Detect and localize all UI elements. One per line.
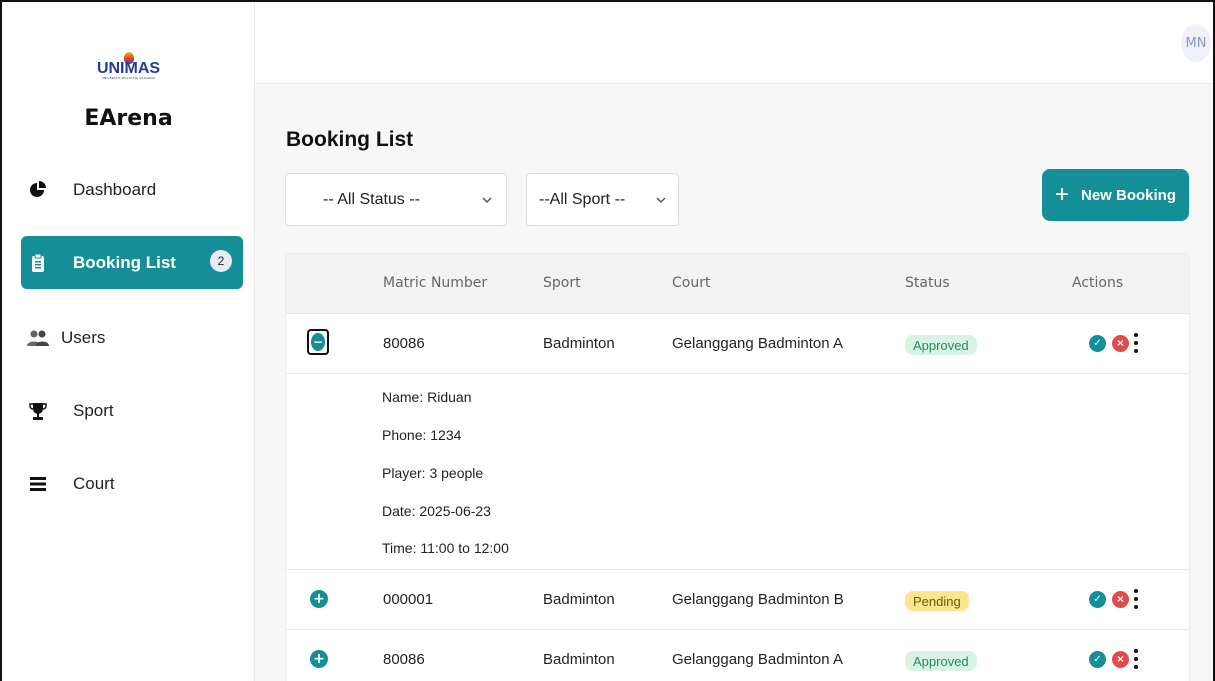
booking-count-badge: 2 — [210, 250, 232, 272]
sidebar-item-label: Court — [73, 473, 115, 493]
sidebar-item-label: Sport — [73, 400, 114, 420]
list-icon — [27, 476, 49, 492]
sidebar-item-court[interactable]: Court — [21, 457, 243, 510]
more-options-icon[interactable] — [1133, 589, 1139, 609]
row-details: Name: Riduan Phone: 1234 Player: 3 peopl… — [286, 374, 1189, 570]
cell-court: Gelanggang Badminton A — [672, 335, 843, 352]
cell-sport: Badminton — [543, 591, 615, 608]
new-booking-label: New Booking — [1081, 186, 1177, 204]
status-badge: Pending — [905, 591, 969, 611]
users-icon — [27, 330, 49, 346]
main-content: Booking List -- All Status -- --All Spor… — [255, 84, 1213, 681]
column-header-status: Status — [905, 275, 950, 291]
cell-sport: Badminton — [543, 335, 615, 352]
logo-subtext: UNIVERSITI MALAYSIA SARAWAK — [101, 76, 156, 80]
reject-button[interactable]: × — [1112, 591, 1129, 608]
cell-matric: 000001 — [383, 591, 434, 608]
sidebar-item-users[interactable]: Users — [21, 311, 243, 364]
cell-court: Gelanggang Badminton B — [672, 591, 844, 608]
column-header-sport: Sport — [543, 275, 581, 291]
sidebar-item-label: Users — [61, 327, 106, 347]
new-booking-button[interactable]: + New Booking — [1042, 169, 1189, 221]
status-badge: Approved — [905, 651, 977, 671]
sport-filter-value: --All Sport -- — [539, 190, 626, 208]
table-header: Matric Number Sport Court Status Actions — [286, 254, 1189, 314]
collapse-row-button[interactable]: − — [307, 329, 329, 355]
detail-time: Time: 11:00 to 12:00 — [382, 540, 509, 556]
sport-filter-select[interactable]: --All Sport -- — [526, 173, 679, 226]
avatar[interactable]: MN — [1181, 24, 1211, 62]
reject-button[interactable]: × — [1112, 335, 1129, 352]
status-filter-value: -- All Status -- — [323, 190, 420, 208]
page-title: Booking List — [286, 128, 414, 151]
minus-icon: − — [311, 333, 325, 351]
top-bar: MN — [255, 2, 1213, 84]
sidebar: UNIMAS UNIVERSITI MALAYSIA SARAWAK EAren… — [2, 2, 255, 681]
column-header-court: Court — [672, 275, 711, 291]
table-row: + 80086 Badminton Gelanggang Badminton A… — [286, 630, 1189, 681]
chevron-down-icon — [656, 197, 666, 204]
detail-phone: Phone: 1234 — [382, 427, 462, 443]
plus-icon: + — [1054, 181, 1069, 208]
detail-date: Date: 2025-06-23 — [382, 503, 491, 519]
table-row: − 80086 Badminton Gelanggang Badminton A… — [286, 314, 1189, 374]
approve-button[interactable]: ✓ — [1089, 651, 1106, 668]
pie-chart-icon — [27, 180, 49, 199]
booking-table: Matric Number Sport Court Status Actions… — [285, 253, 1190, 681]
sidebar-item-label: Booking List — [73, 252, 176, 272]
sidebar-item-sport[interactable]: Sport — [21, 384, 243, 437]
expand-row-button[interactable]: + — [310, 590, 328, 608]
app-name: EArena — [84, 106, 173, 131]
unimas-logo: UNIMAS UNIVERSITI MALAYSIA SARAWAK — [2, 52, 255, 80]
chevron-down-icon — [482, 197, 492, 204]
column-header-actions: Actions — [1072, 275, 1124, 291]
app-frame: UNIMAS UNIVERSITI MALAYSIA SARAWAK EAren… — [0, 0, 1215, 681]
sidebar-item-label: Dashboard — [73, 179, 157, 199]
status-badge: Approved — [905, 335, 977, 355]
cell-court: Gelanggang Badminton A — [672, 651, 843, 668]
cell-matric: 80086 — [383, 651, 425, 668]
detail-player: Player: 3 people — [382, 465, 484, 481]
approve-button[interactable]: ✓ — [1089, 335, 1106, 352]
cell-matric: 80086 — [383, 335, 425, 352]
column-header-matric: Matric Number — [383, 275, 488, 291]
detail-name: Name: Riduan — [382, 389, 472, 405]
trophy-icon — [27, 402, 49, 420]
table-row: + 000001 Badminton Gelanggang Badminton … — [286, 570, 1189, 630]
clipboard-icon — [27, 253, 49, 272]
more-options-icon[interactable] — [1133, 649, 1139, 669]
sidebar-item-dashboard[interactable]: Dashboard — [21, 163, 243, 216]
sidebar-item-booking-list[interactable]: Booking List 2 — [21, 236, 243, 289]
approve-button[interactable]: ✓ — [1089, 591, 1106, 608]
logo-text: UNIMAS — [96, 60, 161, 77]
status-filter-select[interactable]: -- All Status -- — [285, 173, 507, 226]
cell-sport: Badminton — [543, 651, 615, 668]
more-options-icon[interactable] — [1133, 333, 1139, 353]
expand-row-button[interactable]: + — [310, 650, 328, 668]
reject-button[interactable]: × — [1112, 651, 1129, 668]
